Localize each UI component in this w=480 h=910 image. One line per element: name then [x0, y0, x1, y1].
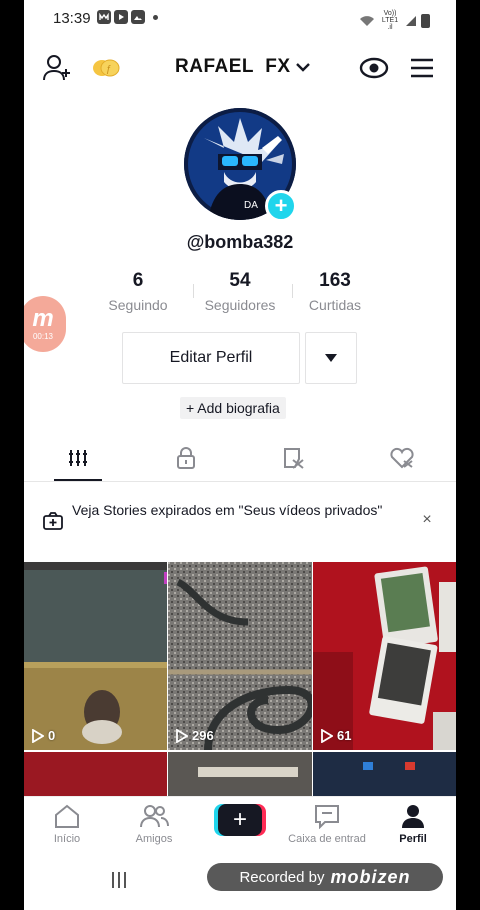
eye-icon[interactable]: [358, 52, 390, 84]
system-navigation-bar: Recorded by mobizen: [24, 850, 456, 910]
home-icon: [55, 804, 79, 828]
add-user-icon[interactable]: [41, 52, 73, 84]
recording-watermark: Recorded by mobizen: [207, 863, 443, 891]
coins-icon[interactable]: ƒ: [90, 52, 122, 84]
stat-likes[interactable]: 163 Curtidas: [287, 270, 383, 313]
stat-following-value: 6: [132, 270, 144, 291]
youtube-notification-icon: [114, 10, 128, 24]
video-thumbnail[interactable]: 296: [168, 562, 312, 750]
camera-plus-icon: [43, 512, 63, 530]
status-right-icons: Vo)) LTE1 .il: [359, 10, 430, 31]
stat-following-label: Seguindo: [108, 297, 168, 313]
more-notifications-dot: [153, 14, 158, 20]
stat-likes-label: Curtidas: [308, 297, 362, 313]
stat-followers[interactable]: 54 Seguidores: [192, 270, 288, 313]
stat-followers-label: Seguidores: [204, 297, 276, 313]
mobizen-floating-button[interactable]: m 00:13: [24, 296, 66, 352]
friends-icon: [140, 805, 169, 828]
svg-text:DA: DA: [244, 200, 258, 211]
profile-header: ƒ RAFAEL FX: [24, 44, 456, 92]
nav-inbox[interactable]: Caixa de entrad: [284, 803, 370, 845]
chevron-down-icon: [295, 63, 310, 72]
profile-handle: @bomba382: [186, 232, 294, 252]
profile-stats: 6 Seguindo 54 Seguidores 163 Curtidas: [100, 270, 380, 320]
create-plus-icon: +: [218, 804, 262, 836]
tab-reposts[interactable]: [274, 444, 314, 472]
video-thumbnail[interactable]: [168, 752, 312, 796]
nav-profile-label: Perfil: [399, 833, 427, 845]
profile-icon: [402, 805, 424, 828]
liked-heart-icon: [390, 447, 414, 469]
create-video-button[interactable]: +: [214, 804, 266, 836]
video-grid: 0 296 61: [24, 562, 456, 796]
nav-home-label: Início: [53, 833, 81, 845]
video-thumbnail[interactable]: 61: [313, 562, 456, 750]
profile-tabs: [24, 436, 456, 482]
nav-inbox-label: Caixa de entrad: [288, 833, 366, 845]
mobizen-brand-text: mobizen: [330, 866, 411, 887]
view-count-value: 61: [337, 728, 352, 743]
inbox-icon: [315, 805, 339, 829]
play-icon: [321, 728, 333, 743]
recorded-by-text: Recorded by: [239, 868, 325, 886]
avatar-add-button[interactable]: +: [265, 190, 297, 222]
banner-text: Veja Stories expirados em "Seus vídeos p…: [72, 502, 383, 518]
view-count: 61: [321, 728, 351, 743]
play-icon: [176, 728, 188, 743]
display-name: RAFAEL FX: [175, 56, 291, 77]
nav-profile[interactable]: Perfil: [370, 803, 456, 845]
lock-icon: [177, 447, 195, 469]
nav-home[interactable]: Início: [24, 803, 110, 845]
recording-timer: 00:13: [32, 331, 54, 341]
triangle-down-icon: [325, 354, 337, 362]
tab-private[interactable]: [166, 444, 206, 472]
videos-grid-icon: [69, 450, 87, 466]
add-bio-button[interactable]: + Add biografia: [180, 397, 286, 419]
hamburger-menu-icon[interactable]: [406, 52, 438, 84]
mobizen-notification-icon: [97, 10, 111, 24]
svg-text:ƒ: ƒ: [106, 64, 112, 75]
stat-followers-value: 54: [229, 270, 251, 291]
stories-banner[interactable]: Veja Stories expirados em "Seus vídeos p…: [24, 486, 456, 560]
view-count: 0: [32, 728, 55, 743]
active-tab-indicator: [54, 479, 102, 481]
edit-profile-button[interactable]: Editar Perfil: [122, 332, 300, 384]
view-count-value: 0: [48, 728, 56, 743]
stat-following[interactable]: 6 Seguindo: [90, 270, 186, 313]
network-label: Vo)) LTE1 .il: [381, 10, 399, 31]
video-thumbnail[interactable]: [313, 752, 456, 796]
play-icon: [32, 728, 44, 743]
battery-icon: [421, 13, 430, 28]
video-thumbnail[interactable]: [24, 752, 167, 796]
signal-icon: [406, 15, 416, 26]
status-bar: 13:39 Vo)) LTE1 .il: [24, 0, 456, 36]
account-switcher[interactable]: RAFAEL FX: [175, 56, 311, 78]
screen: 13:39 Vo)) LTE1 .il ƒ RAFAEL FX DA + @bo…: [24, 0, 456, 910]
hidden-likes-icon: [284, 448, 304, 469]
status-time: 13:39: [53, 10, 91, 27]
status-notification-icons: [97, 10, 158, 24]
view-count: 296: [176, 728, 214, 743]
gallery-notification-icon: [131, 10, 145, 24]
nav-friends-label: Amigos: [135, 833, 173, 845]
recent-apps-icon[interactable]: [112, 872, 126, 888]
close-icon[interactable]: ×: [418, 511, 436, 529]
mobizen-logo: m: [32, 304, 54, 332]
stat-likes-value: 163: [319, 270, 351, 291]
tab-videos[interactable]: [58, 444, 98, 472]
profile-more-dropdown[interactable]: [305, 332, 357, 384]
video-thumbnail[interactable]: 0: [24, 562, 167, 750]
wifi-icon: [360, 15, 374, 26]
nav-friends[interactable]: Amigos: [111, 803, 197, 845]
tab-liked[interactable]: [382, 444, 422, 472]
view-count-value: 296: [192, 728, 214, 743]
